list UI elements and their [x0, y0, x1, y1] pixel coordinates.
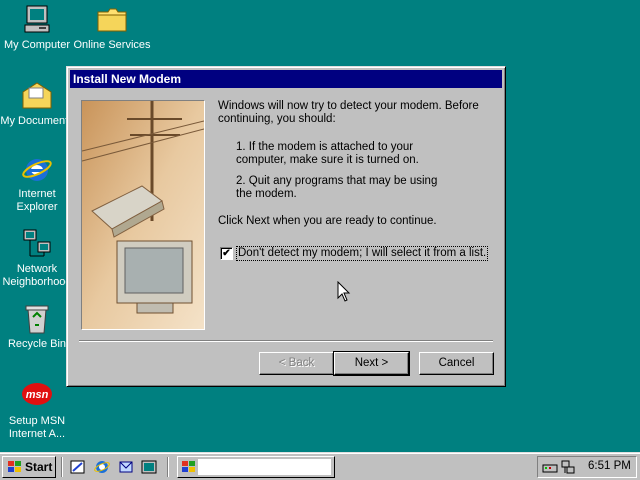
windows-logo-icon	[8, 461, 21, 472]
cancel-button[interactable]: Cancel	[419, 352, 494, 375]
instruction-text: Click Next when you are ready to continu…	[218, 215, 437, 227]
intro-text: Windows will now try to detect your mode…	[218, 100, 479, 125]
step-2-text: 2. Quit any programs that may be using t…	[236, 175, 438, 200]
internet-explorer-quicklaunch-icon[interactable]	[94, 459, 110, 475]
taskbar: Start 6:51 PM	[0, 452, 640, 480]
mouse-cursor	[337, 281, 351, 302]
desktop-icon-label: My Computer	[3, 39, 71, 51]
step-1-text: 1. If the modem is attached to your comp…	[236, 141, 419, 166]
msn-logo-text: msn	[26, 389, 49, 401]
clock[interactable]: 6:51 PM	[588, 460, 631, 472]
taskbar-separator	[167, 457, 169, 477]
setup-msn-desktop-icon[interactable]: msn Setup MSN Internet A...	[0, 380, 77, 441]
folder-icon	[96, 4, 128, 36]
taskbar-window-button[interactable]	[177, 456, 335, 478]
install-new-modem-window: Install New Modem Windows will now try t…	[66, 66, 506, 387]
show-desktop-icon[interactable]	[70, 459, 86, 475]
windows-logo-icon	[182, 461, 195, 472]
system-tray: 6:51 PM	[537, 456, 637, 478]
start-button[interactable]: Start	[2, 456, 56, 478]
internet-explorer-icon	[21, 153, 53, 185]
online-services-desktop-icon[interactable]: Online Services	[72, 4, 152, 52]
check-mark: ✔	[222, 248, 231, 259]
msn-icon: msn	[21, 380, 53, 412]
desktop-icon-label: Setup MSN Internet A...	[8, 415, 66, 440]
dont-detect-checkbox-label[interactable]: Don't detect my modem; I will select it …	[236, 246, 489, 261]
taskbar-button-label-area	[198, 459, 331, 475]
recycle-bin-icon	[21, 303, 53, 335]
my-computer-desktop-icon[interactable]: My Computer	[0, 4, 77, 52]
view-channels-icon[interactable]	[141, 459, 157, 475]
desktop-icon-label: Online Services	[73, 39, 151, 51]
title-bar[interactable]: Install New Modem	[70, 70, 502, 88]
back-button[interactable]: < Back	[259, 352, 334, 375]
network-tray-icon[interactable]	[560, 459, 576, 475]
start-label: Start	[25, 460, 53, 474]
next-button[interactable]: Next >	[333, 351, 410, 376]
button-divider	[79, 340, 493, 342]
modem-tray-icon[interactable]	[542, 459, 558, 475]
window-title: Install New Modem	[73, 72, 182, 86]
network-icon	[21, 228, 53, 260]
dont-detect-checkbox[interactable]: ✔	[220, 247, 233, 260]
taskbar-separator	[61, 457, 63, 477]
outlook-express-icon[interactable]	[118, 459, 134, 475]
documents-folder-icon	[21, 80, 53, 112]
computer-icon	[21, 4, 53, 36]
wizard-illustration	[81, 100, 205, 330]
